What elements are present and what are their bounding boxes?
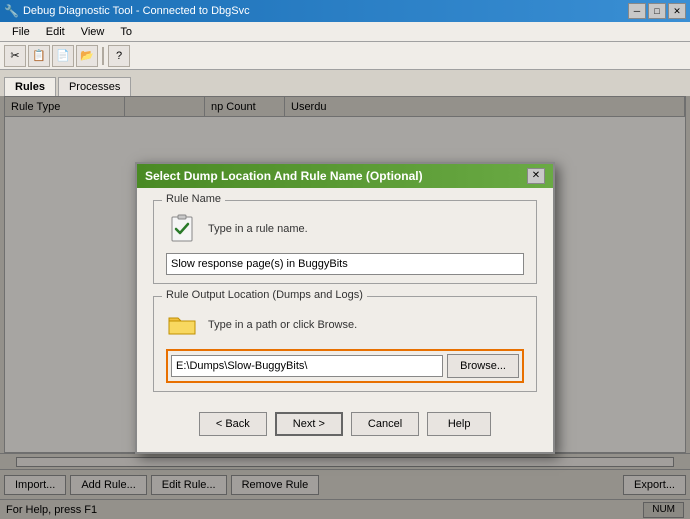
browse-button[interactable]: Browse... bbox=[447, 354, 519, 378]
folder-icon bbox=[166, 309, 198, 341]
app-title: Debug Diagnostic Tool - Connected to Dbg… bbox=[23, 5, 250, 17]
maximize-button[interactable]: □ bbox=[648, 3, 666, 19]
toolbar-copy[interactable]: 📋 bbox=[28, 45, 50, 67]
close-button[interactable]: ✕ bbox=[668, 3, 686, 19]
menu-tools[interactable]: To bbox=[112, 24, 140, 40]
toolbar-help[interactable]: ? bbox=[108, 45, 130, 67]
help-button[interactable]: Help bbox=[427, 412, 491, 436]
window-controls: ─ □ ✕ bbox=[628, 3, 686, 19]
tabs-bar: Rules Processes bbox=[0, 70, 690, 96]
rule-name-group-title: Rule Name bbox=[162, 193, 225, 205]
rule-name-info-row: Type in a rule name. bbox=[166, 213, 524, 245]
output-path-input[interactable] bbox=[171, 355, 443, 377]
minimize-button[interactable]: ─ bbox=[628, 3, 646, 19]
content-area: Rule Type np Count Userdu Import... Add … bbox=[0, 96, 690, 519]
rule-name-icon bbox=[166, 213, 198, 245]
menu-file[interactable]: File bbox=[4, 24, 38, 40]
cancel-button[interactable]: Cancel bbox=[351, 412, 419, 436]
back-button[interactable]: < Back bbox=[199, 412, 267, 436]
modal-title-bar: Select Dump Location And Rule Name (Opti… bbox=[137, 164, 553, 188]
output-hint: Type in a path or click Browse. bbox=[208, 319, 357, 331]
output-location-group-title: Rule Output Location (Dumps and Logs) bbox=[162, 289, 367, 301]
browse-container: Browse... bbox=[166, 349, 524, 383]
rule-name-group: Rule Name bbox=[153, 200, 537, 284]
modal-dialog: Select Dump Location And Rule Name (Opti… bbox=[135, 162, 555, 454]
toolbar: ✂ 📋 📄 📂 ? bbox=[0, 42, 690, 70]
menu-view[interactable]: View bbox=[73, 24, 113, 40]
rule-name-hint: Type in a rule name. bbox=[208, 223, 308, 235]
app-icon: 🔧 bbox=[4, 4, 19, 18]
tab-processes[interactable]: Processes bbox=[58, 77, 131, 96]
toolbar-cut[interactable]: ✂ bbox=[4, 45, 26, 67]
app-window: 🔧 Debug Diagnostic Tool - Connected to D… bbox=[0, 0, 690, 519]
modal-close-button[interactable]: ✕ bbox=[527, 168, 545, 184]
modal-overlay: Select Dump Location And Rule Name (Opti… bbox=[0, 96, 690, 519]
toolbar-open[interactable]: 📂 bbox=[76, 45, 98, 67]
rule-name-input[interactable] bbox=[166, 253, 524, 275]
tab-rules[interactable]: Rules bbox=[4, 77, 56, 96]
menu-edit[interactable]: Edit bbox=[38, 24, 73, 40]
output-info-row: Type in a path or click Browse. bbox=[166, 309, 524, 341]
output-location-group: Rule Output Location (Dumps and Logs) Ty… bbox=[153, 296, 537, 392]
toolbar-separator bbox=[102, 47, 104, 65]
menu-bar: File Edit View To bbox=[0, 22, 690, 42]
modal-body: Rule Name bbox=[137, 188, 553, 452]
dialog-buttons: < Back Next > Cancel Help bbox=[153, 404, 537, 440]
title-bar: 🔧 Debug Diagnostic Tool - Connected to D… bbox=[0, 0, 690, 22]
toolbar-paste[interactable]: 📄 bbox=[52, 45, 74, 67]
next-button[interactable]: Next > bbox=[275, 412, 343, 436]
modal-title: Select Dump Location And Rule Name (Opti… bbox=[145, 169, 423, 183]
